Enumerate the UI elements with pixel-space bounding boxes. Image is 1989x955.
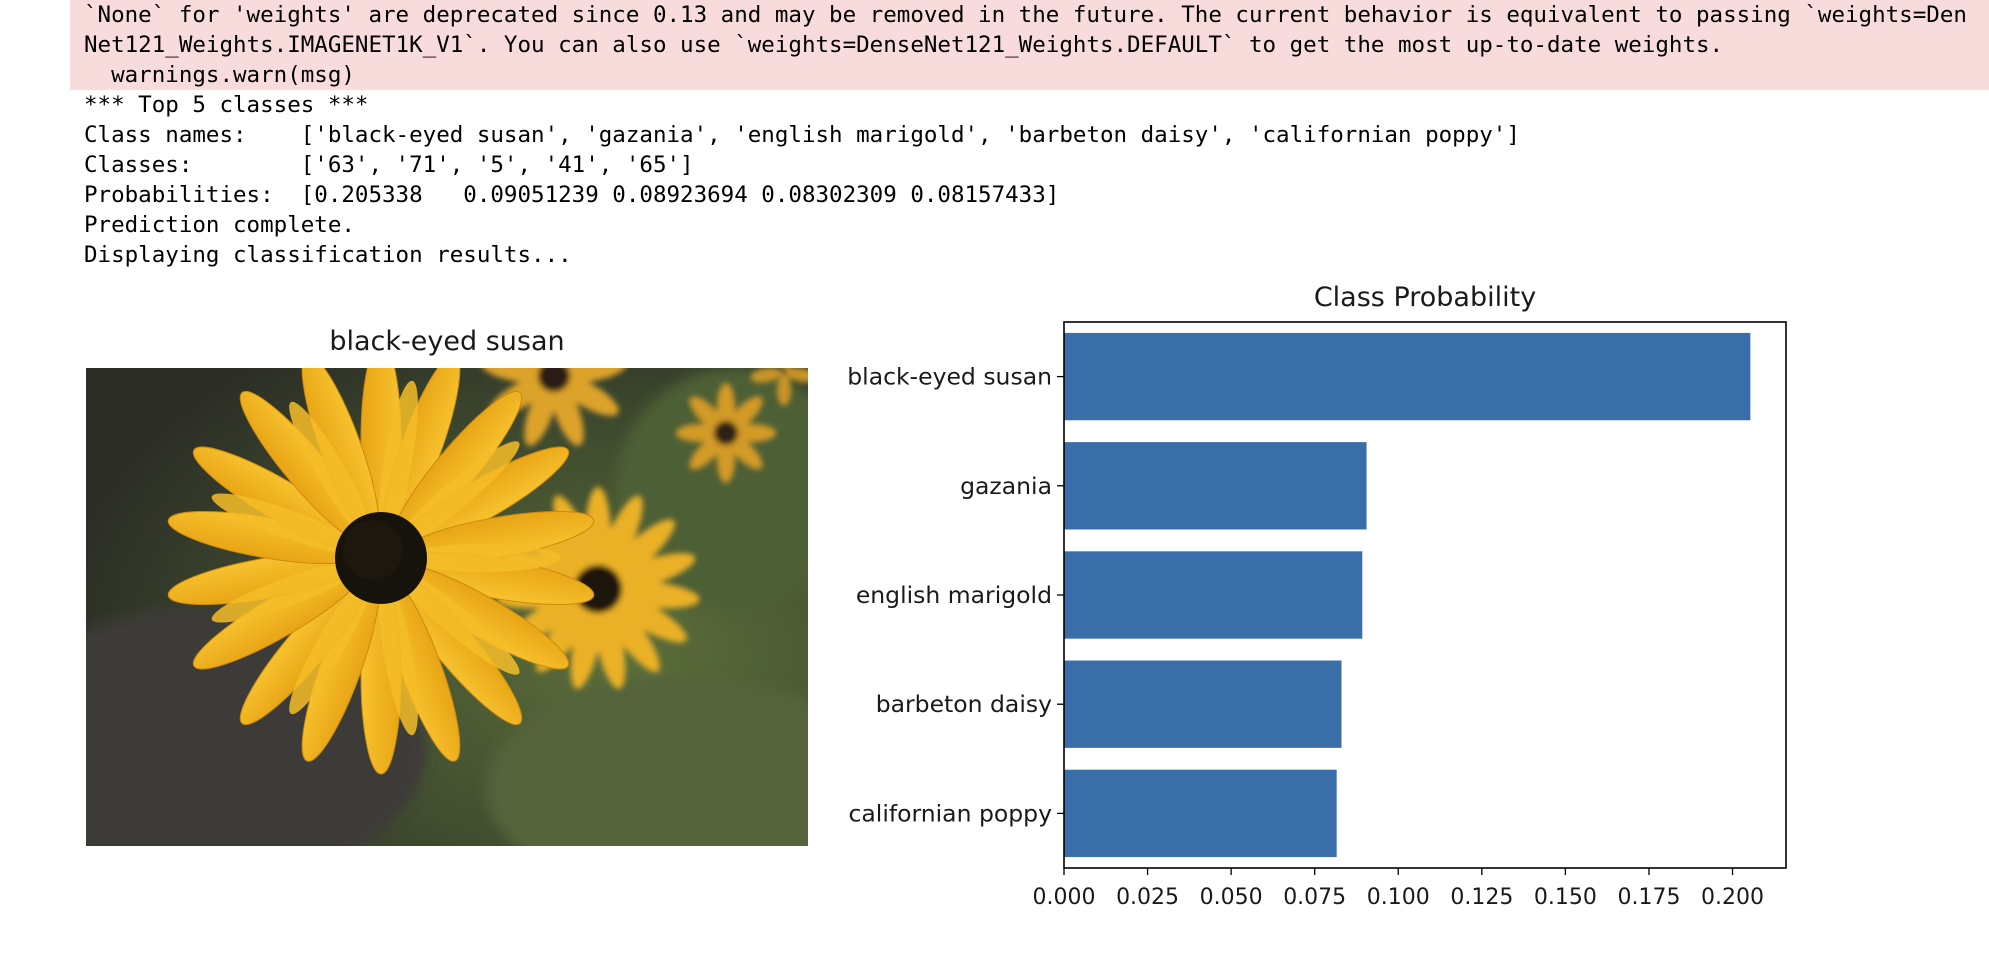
y-tick-label: black-eyed susan [847, 363, 1052, 391]
bar-black-eyed-susan [1064, 332, 1751, 421]
y-tick-label: english marigold [856, 581, 1052, 609]
x-tick-label: 0.200 [1701, 885, 1764, 910]
bar-gazania [1064, 442, 1367, 530]
y-tick-label: gazania [960, 472, 1052, 500]
y-tick-label: californian poppy [848, 799, 1052, 827]
x-tick-label: 0.125 [1450, 885, 1513, 910]
x-tick-label: 0.075 [1283, 885, 1346, 910]
x-tick-label: 0.175 [1617, 885, 1680, 910]
x-tick-label: 0.025 [1116, 885, 1179, 910]
bar-barbeton-daisy [1064, 660, 1342, 748]
class-probability-chart: Class Probability black-eyed susan gazania… [847, 282, 1787, 910]
chart-title: Class Probability [1314, 282, 1536, 313]
bar-californian-poppy [1064, 769, 1337, 858]
y-tick-label: barbeton daisy [876, 690, 1052, 718]
x-tick-label: 0.050 [1200, 885, 1263, 910]
x-tick-label: 0.100 [1367, 885, 1430, 910]
x-tick-label: 0.000 [1033, 885, 1096, 910]
x-tick-label: 0.150 [1534, 885, 1597, 910]
bar-english-marigold [1064, 551, 1363, 639]
